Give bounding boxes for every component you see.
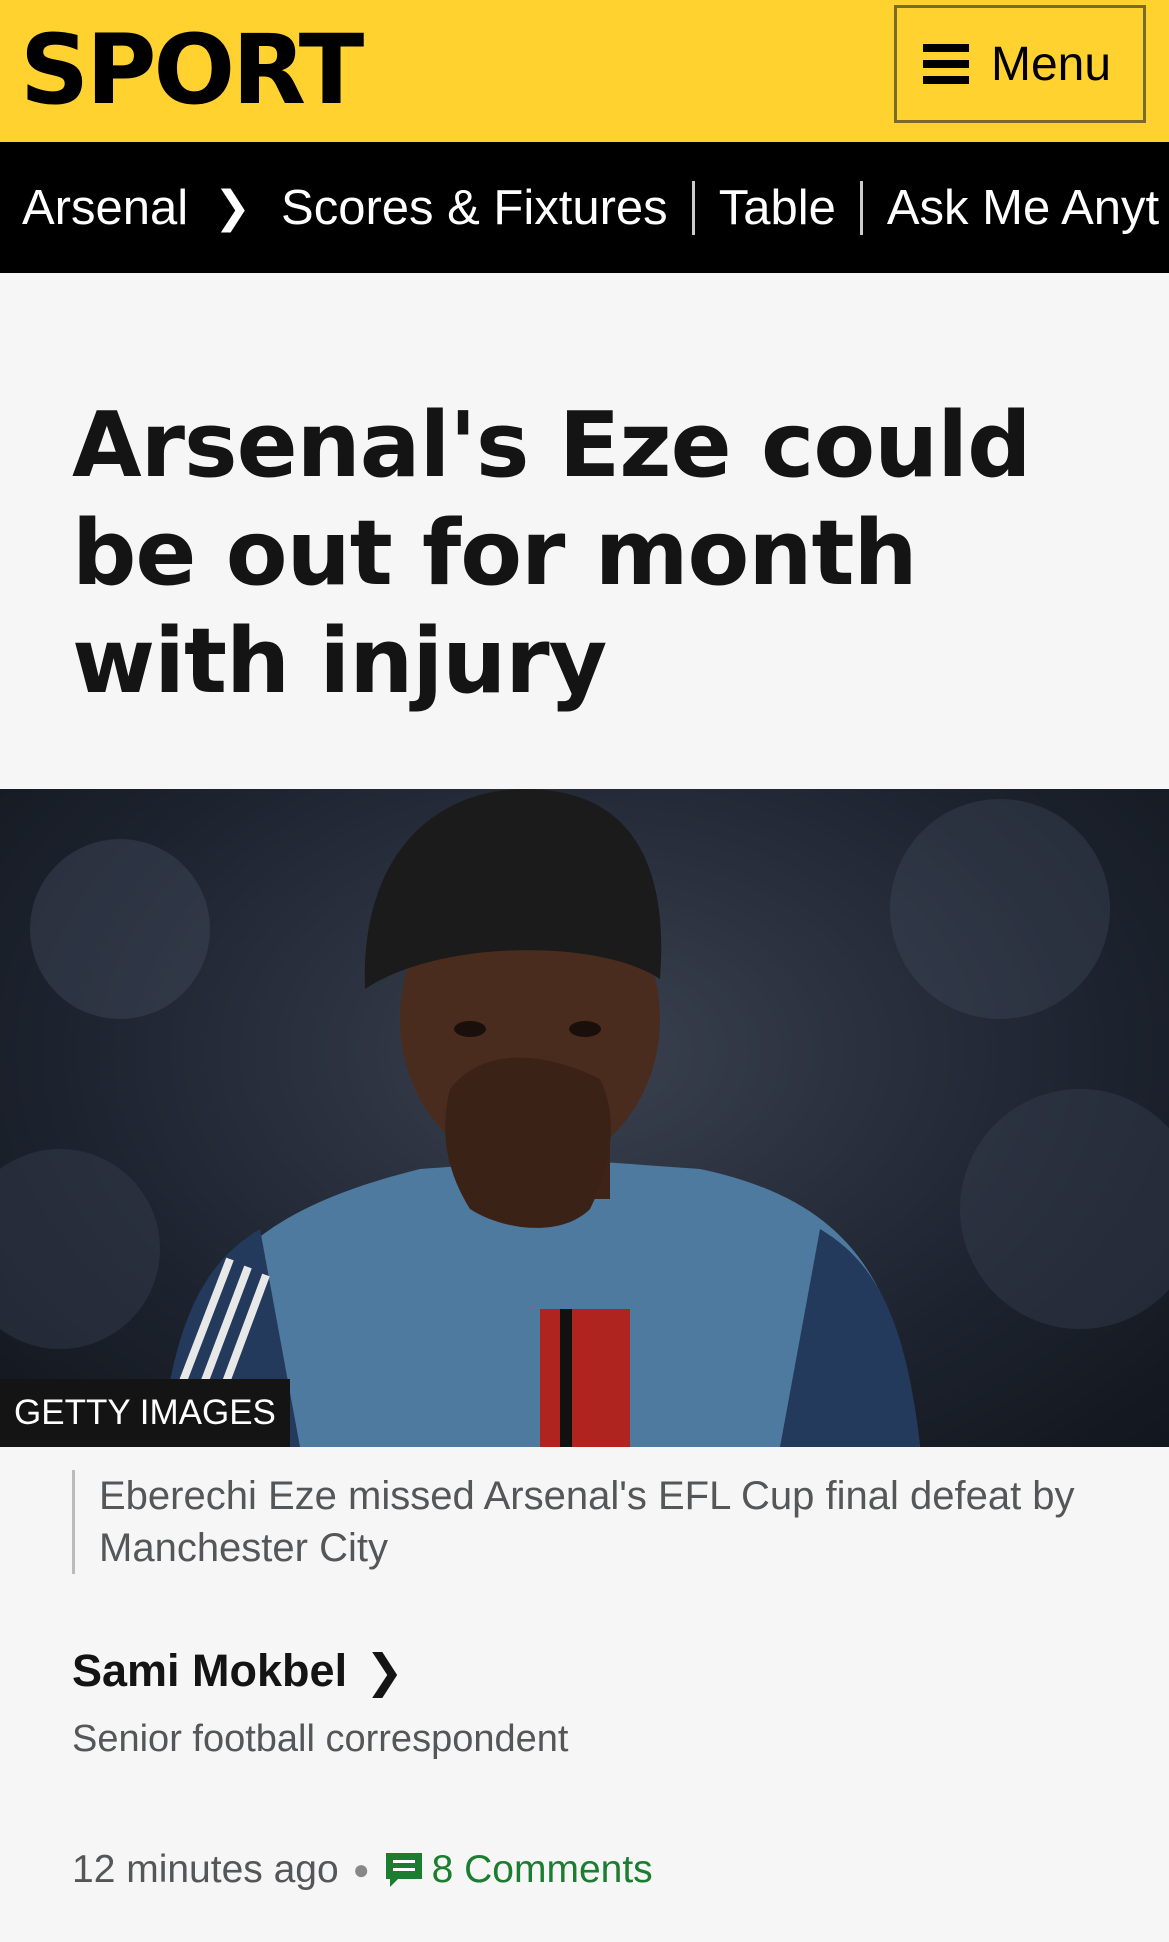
nav-divider	[859, 180, 863, 235]
chevron-right-icon: ❯	[365, 1645, 404, 1697]
article-hero-image	[0, 789, 1169, 1447]
nav-divider	[691, 180, 695, 235]
sport-logo[interactable]: SPORT	[20, 14, 364, 126]
nav-item-ask-me-anything[interactable]: Ask Me Anyt	[887, 180, 1159, 236]
comments-count: 8 Comments	[431, 1848, 653, 1891]
publish-time: 12 minutes ago	[72, 1848, 339, 1891]
nav-item-arsenal[interactable]: Arsenal	[22, 180, 188, 236]
image-credit: GETTY IMAGES	[0, 1379, 290, 1447]
comments-link[interactable]: 8 Comments	[384, 1848, 653, 1892]
section-nav: Arsenal ❯ Scores & Fixtures Table Ask Me…	[0, 142, 1169, 273]
nav-item-table[interactable]: Table	[719, 180, 836, 236]
hamburger-icon	[923, 44, 969, 84]
author-link[interactable]: Sami Mokbel ❯	[72, 1644, 404, 1698]
author-name: Sami Mokbel	[72, 1645, 348, 1696]
article-meta: 12 minutes ago ● 8 Comments	[72, 1848, 653, 1892]
chevron-right-icon: ❯	[214, 183, 252, 232]
menu-label: Menu	[991, 37, 1112, 91]
image-caption: Eberechi Eze missed Arsenal's EFL Cup fi…	[72, 1470, 1122, 1574]
article-headline: Arsenal's Eze could be out for month wit…	[72, 393, 1032, 714]
author-role: Senior football correspondent	[72, 1718, 569, 1760]
site-header: SPORT Menu	[0, 0, 1169, 142]
separator-dot: ●	[352, 1854, 370, 1885]
nav-item-scores-fixtures[interactable]: Scores & Fixtures	[281, 180, 668, 236]
comment-icon	[385, 1853, 422, 1887]
menu-button[interactable]: Menu	[894, 5, 1146, 123]
